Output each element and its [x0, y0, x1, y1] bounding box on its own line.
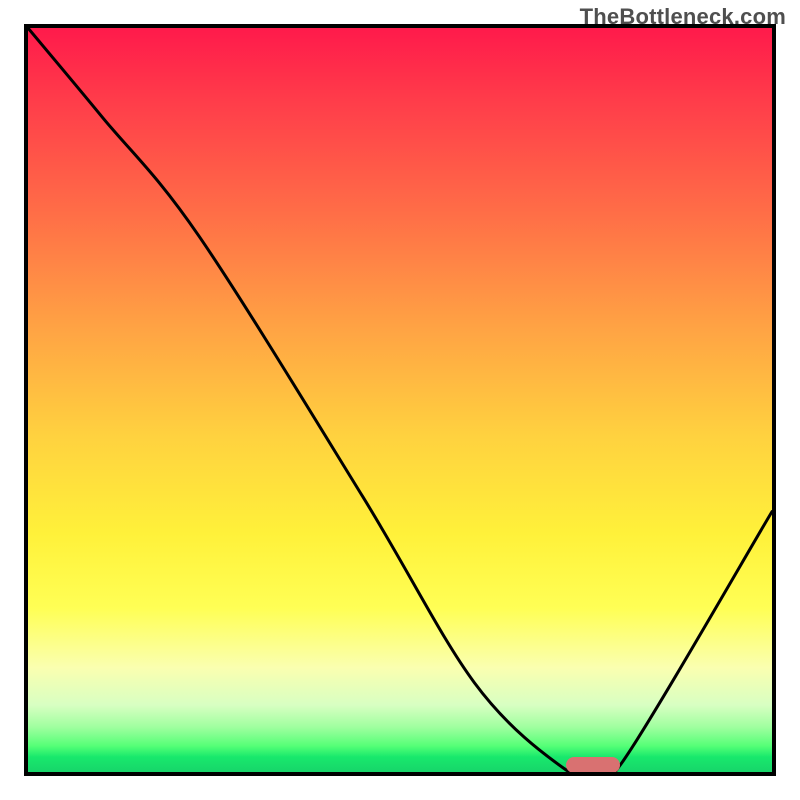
watermark-text: TheBottleneck.com: [580, 4, 786, 30]
bottleneck-curve-path: [28, 28, 772, 772]
plot-area: [24, 24, 776, 776]
curve-layer: [28, 28, 772, 772]
optimum-marker: [566, 757, 620, 773]
chart-frame: TheBottleneck.com: [0, 0, 800, 800]
